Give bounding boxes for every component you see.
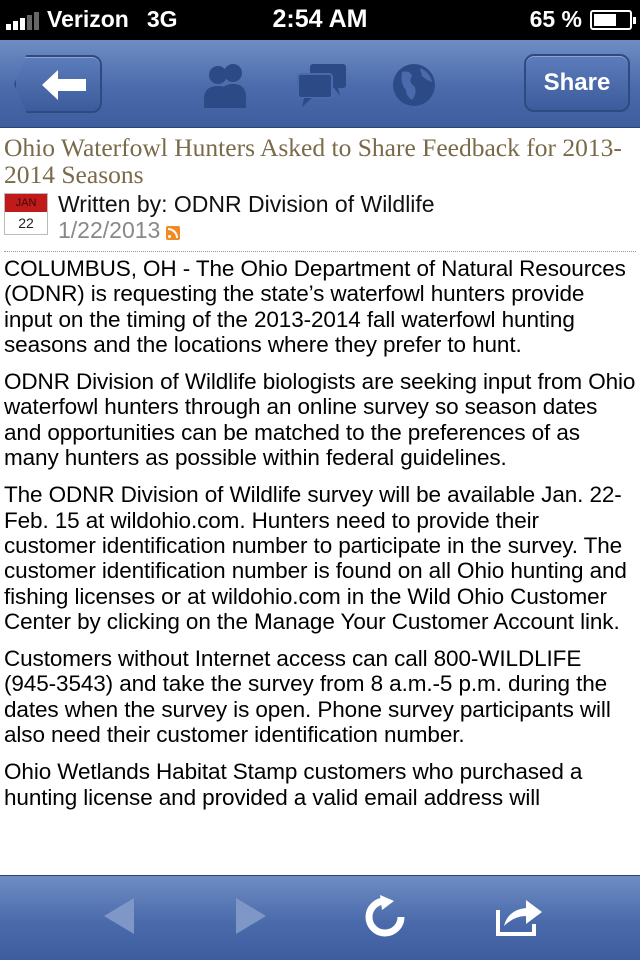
share-action-icon[interactable] bbox=[494, 894, 546, 938]
status-right: 65 % bbox=[529, 6, 636, 33]
status-bar: Verizon 3G 2:54 AM 65 % bbox=[0, 0, 640, 40]
article-author: Written by: ODNR Division of Wildlife bbox=[58, 191, 435, 217]
back-arrow-icon bbox=[42, 70, 86, 100]
article-paragraph: ODNR Division of Wildlife biologists are… bbox=[4, 369, 636, 471]
refresh-icon[interactable] bbox=[362, 894, 408, 940]
globe-icon[interactable] bbox=[388, 62, 440, 108]
bottom-toolbar bbox=[0, 875, 640, 960]
article-date: 1/22/2013 bbox=[58, 217, 161, 243]
people-icon[interactable] bbox=[200, 62, 252, 108]
article-date-row: 1/22/2013 bbox=[58, 217, 181, 244]
navigation-bar: Share bbox=[0, 40, 640, 128]
article-paragraph: Ohio Wetlands Habitat Stamp customers wh… bbox=[4, 759, 583, 810]
forward-nav-icon[interactable] bbox=[234, 894, 270, 938]
calendar-month: JAN bbox=[5, 194, 47, 212]
article-title: Ohio Waterfowl Hunters Asked to Share Fe… bbox=[4, 133, 622, 189]
calendar-day: 22 bbox=[18, 215, 34, 231]
share-button[interactable]: Share bbox=[524, 54, 630, 112]
calendar-icon: JAN 22 bbox=[4, 193, 48, 235]
article-paragraph: COLUMBUS, OH - The Ohio Department of Na… bbox=[4, 256, 626, 357]
article-paragraph: The ODNR Division of Wildlife survey wil… bbox=[4, 482, 627, 634]
article-byline: JAN 22 Written by: ODNR Division of Wild… bbox=[0, 191, 640, 251]
battery-icon bbox=[590, 9, 636, 30]
article-paragraph: Customers without Internet access can ca… bbox=[4, 646, 611, 748]
article-content[interactable]: Ohio Waterfowl Hunters Asked to Share Fe… bbox=[0, 129, 640, 875]
back-button[interactable] bbox=[14, 55, 102, 113]
back-nav-icon[interactable] bbox=[100, 894, 136, 938]
chat-bubbles-icon[interactable] bbox=[296, 62, 348, 108]
battery-percent: 65 % bbox=[529, 6, 582, 32]
rss-icon[interactable] bbox=[166, 225, 181, 240]
